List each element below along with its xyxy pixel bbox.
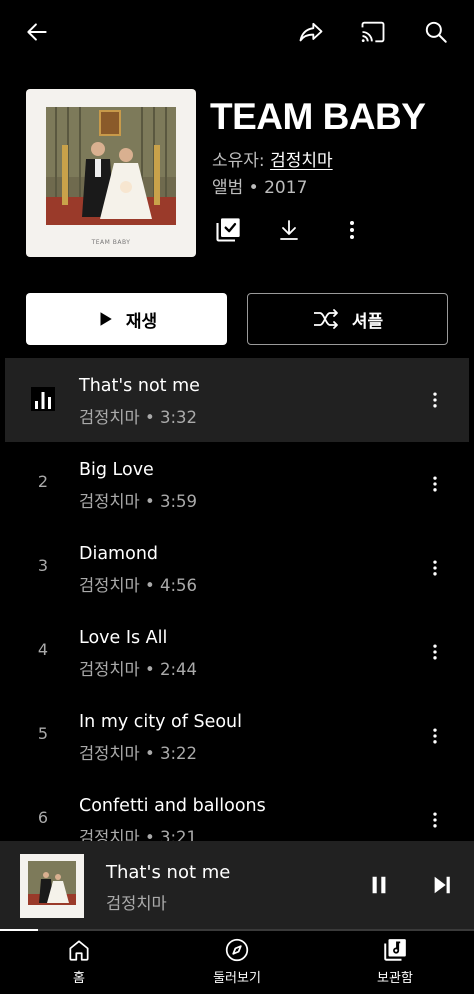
track-row[interactable]: That's not me 검정치마 • 3:32 — [5, 358, 469, 442]
save-to-library-button[interactable] — [208, 210, 248, 250]
mini-player-thumbnail — [20, 854, 84, 918]
album-meta: 앨범 • 2017 — [212, 178, 308, 198]
more-vert-icon — [433, 560, 437, 576]
cast-icon — [361, 21, 385, 43]
nav-library[interactable]: 보관함 — [335, 937, 455, 986]
nav-explore-label: 둘러보기 — [213, 971, 261, 986]
library-add-check-icon — [216, 218, 240, 242]
equalizer-icon — [31, 387, 55, 411]
track-more-button[interactable] — [421, 470, 449, 498]
compass-icon — [225, 938, 249, 962]
top-app-bar — [0, 0, 474, 64]
track-row[interactable]: 4 Love Is All 검정치마 • 2:44 — [5, 610, 469, 694]
play-button[interactable]: 재생 — [26, 293, 227, 345]
album-owner: 소유자: 검정치마 — [212, 146, 333, 171]
track-subtitle: 검정치마 • 3:22 — [79, 744, 197, 763]
nav-library-label: 보관함 — [377, 971, 413, 986]
nav-explore[interactable]: 둘러보기 — [177, 937, 297, 986]
mini-player-title: That's not me — [106, 862, 231, 883]
album-cover-caption: TEAM BABY — [91, 239, 131, 246]
track-subtitle: 검정치마 • 3:59 — [79, 492, 197, 511]
play-button-label: 재생 — [125, 311, 158, 332]
album-cover: TEAM BABY — [26, 89, 196, 257]
search-button[interactable] — [416, 12, 456, 52]
track-subtitle: 검정치마 • 2:44 — [79, 660, 197, 679]
home-icon — [69, 940, 89, 961]
track-title: That's not me — [79, 376, 200, 396]
cast-button[interactable] — [353, 12, 393, 52]
track-row[interactable]: 2 Big Love 검정치마 • 3:59 — [5, 442, 469, 526]
more-vert-icon — [433, 644, 437, 660]
track-more-button[interactable] — [421, 638, 449, 666]
share-button[interactable] — [291, 12, 331, 52]
track-title: Confetti and balloons — [79, 796, 266, 816]
skip-next-icon — [434, 876, 450, 894]
next-track-button[interactable] — [422, 865, 462, 905]
shuffle-button[interactable]: 셔플 — [247, 293, 448, 345]
track-more-button[interactable] — [421, 554, 449, 582]
track-number: 2 — [37, 472, 49, 491]
download-icon — [280, 220, 298, 240]
more-vert-icon — [433, 728, 437, 744]
track-title: Big Love — [79, 460, 154, 480]
more-vert-icon — [433, 392, 437, 408]
shuffle-icon — [313, 309, 338, 329]
nav-home[interactable]: 홈 — [19, 937, 139, 986]
mini-player-artist: 검정치마 — [106, 894, 167, 913]
track-more-button[interactable] — [421, 806, 449, 834]
share-icon — [299, 22, 323, 42]
pause-button[interactable] — [359, 865, 399, 905]
album-title: TEAM BABY — [210, 96, 426, 137]
bottom-navigation: 홈 둘러보기 보관함 — [0, 931, 474, 994]
track-title: Diamond — [79, 544, 159, 564]
more-vert-icon — [350, 221, 354, 239]
owner-prefix: 소유자: — [212, 151, 271, 171]
track-row[interactable]: 5 In my city of Seoul 검정치마 • 3:22 — [5, 694, 469, 778]
library-icon — [384, 939, 406, 961]
track-title: In my city of Seoul — [79, 712, 243, 732]
track-number: 4 — [37, 640, 49, 659]
more-vert-icon — [433, 476, 437, 492]
more-vert-icon — [433, 812, 437, 828]
now-playing-indicator — [27, 384, 59, 414]
search-icon — [425, 21, 447, 43]
pause-icon — [372, 876, 386, 894]
nav-home-label: 홈 — [73, 971, 85, 986]
track-more-button[interactable] — [421, 722, 449, 750]
mini-player[interactable]: That's not me 검정치마 — [0, 841, 474, 929]
track-number: 3 — [37, 556, 49, 575]
track-more-button[interactable] — [421, 386, 449, 414]
artist-link[interactable]: 검정치마 — [270, 151, 333, 171]
track-row[interactable]: 3 Diamond 검정치마 • 4:56 — [5, 526, 469, 610]
back-button[interactable] — [17, 12, 57, 52]
track-subtitle: 검정치마 • 4:56 — [79, 576, 197, 595]
play-icon — [100, 312, 112, 326]
track-title: Love Is All — [79, 628, 168, 648]
album-more-button[interactable] — [332, 210, 372, 250]
track-subtitle: 검정치마 • 3:32 — [79, 408, 197, 427]
arrow-back-icon — [27, 23, 47, 41]
shuffle-button-label: 셔플 — [351, 311, 384, 332]
album-cover-photo — [46, 107, 176, 225]
track-number: 6 — [37, 808, 49, 827]
track-number: 5 — [37, 724, 49, 743]
download-button[interactable] — [269, 210, 309, 250]
